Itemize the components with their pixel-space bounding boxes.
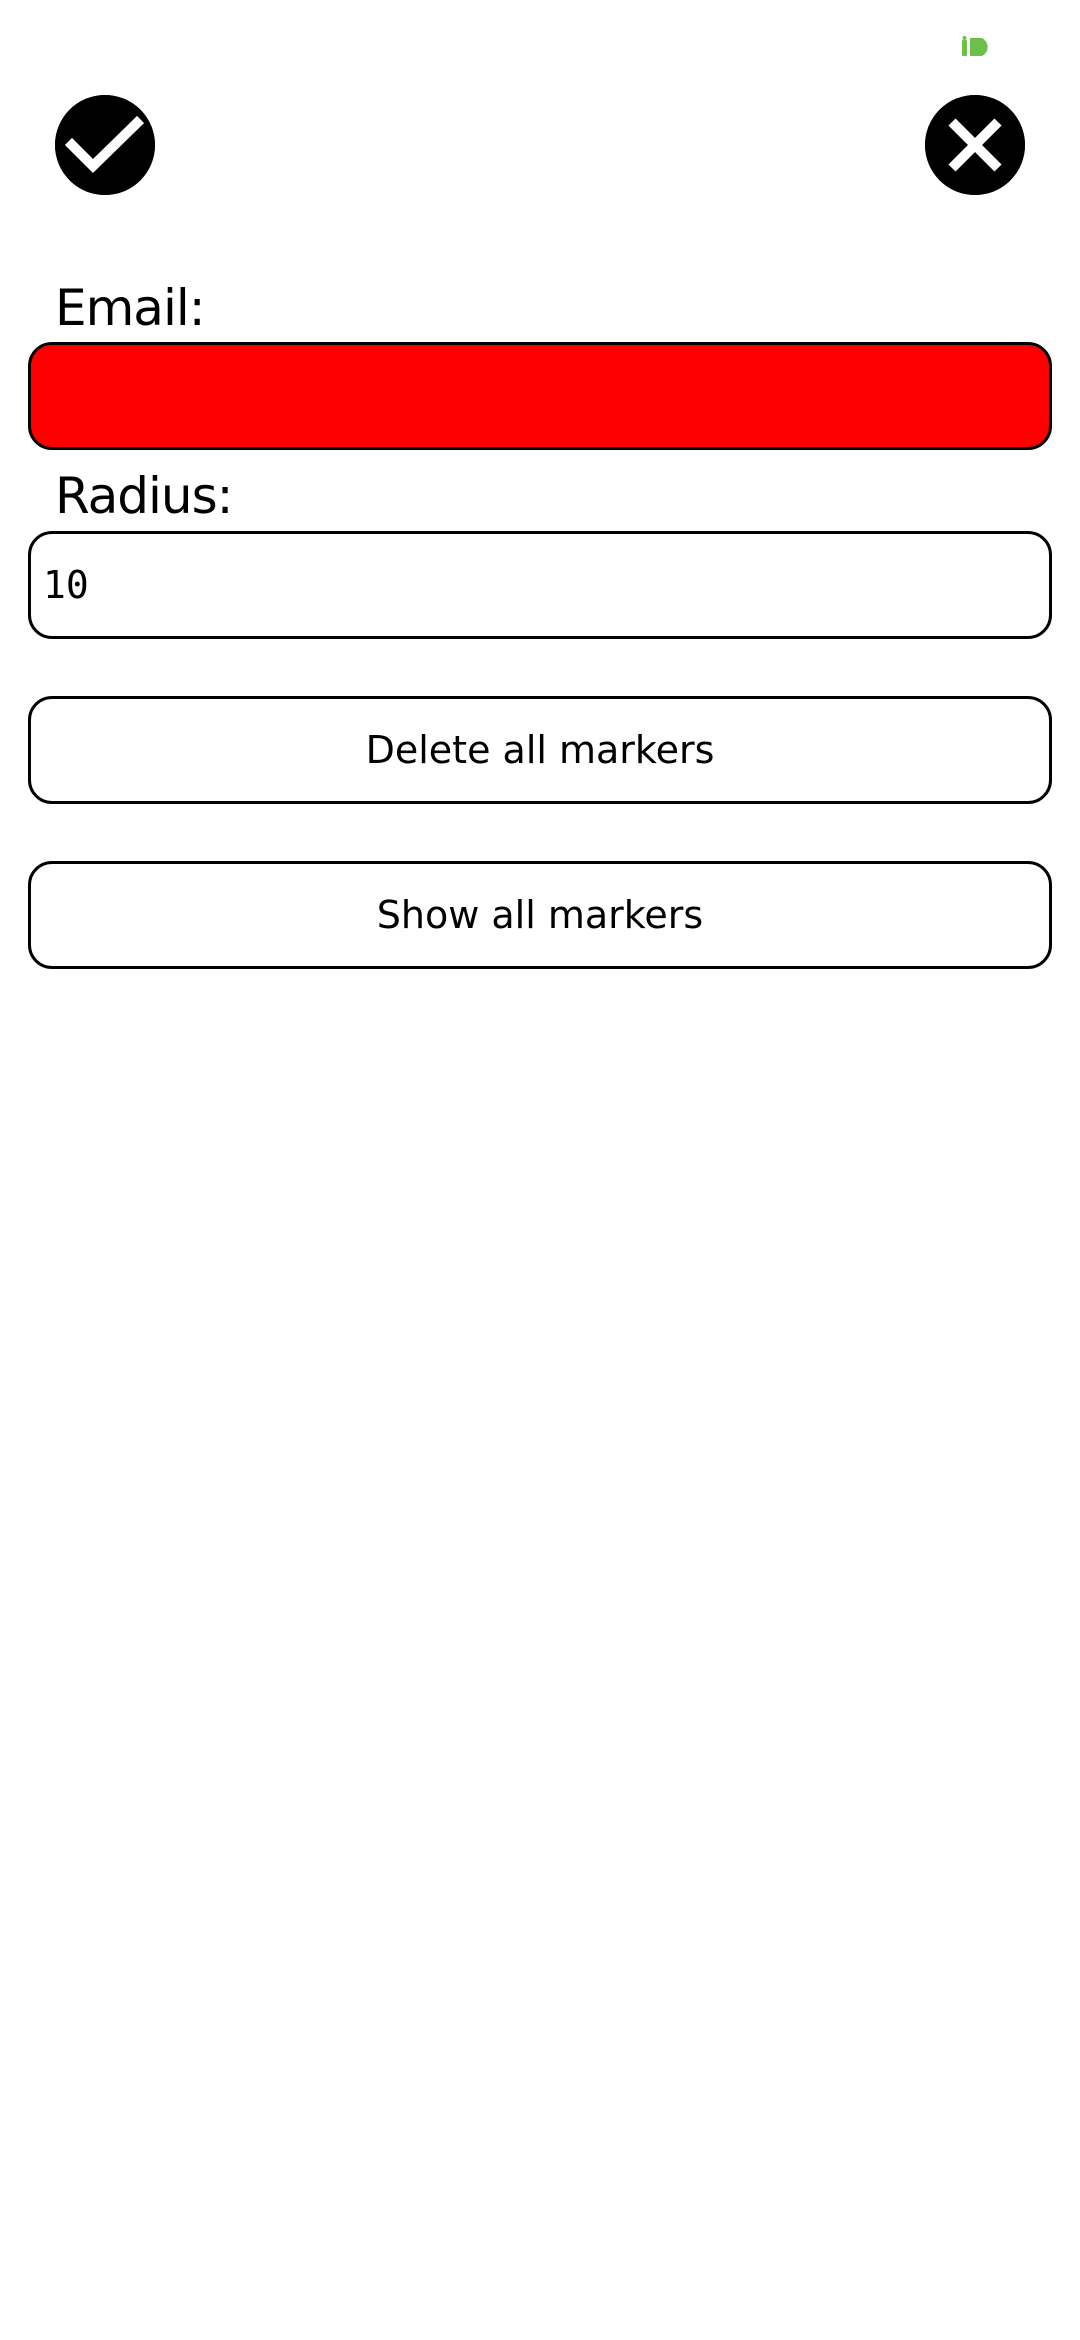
confirm-button[interactable]: [55, 95, 155, 195]
radius-label: Radius:: [55, 467, 233, 525]
id-badge-icon: [962, 36, 994, 58]
delete-all-markers-button[interactable]: Delete all markers: [28, 696, 1052, 804]
show-all-markers-label: Show all markers: [376, 893, 704, 937]
delete-all-markers-label: Delete all markers: [365, 728, 715, 772]
checkmark-icon: [55, 95, 155, 195]
email-label: Email:: [55, 279, 206, 337]
close-icon: [925, 95, 1025, 195]
email-field[interactable]: [28, 342, 1052, 450]
cancel-button[interactable]: [925, 95, 1025, 195]
radius-field[interactable]: [28, 531, 1052, 639]
show-all-markers-button[interactable]: Show all markers: [28, 861, 1052, 969]
